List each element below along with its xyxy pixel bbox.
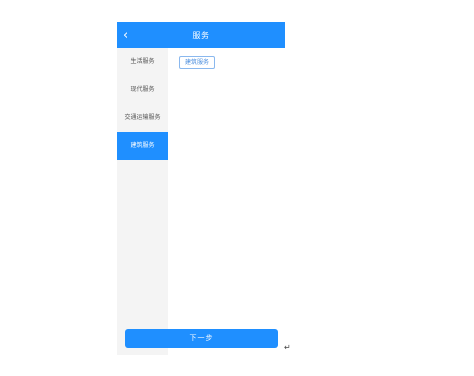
page-title: 服务: [192, 31, 210, 40]
sidebar-item-modern-services[interactable]: 现代服务: [117, 76, 168, 104]
category-sidebar: 生活服务 现代服务 交通运输服务 建筑服务: [117, 48, 168, 355]
sidebar-item-life-services[interactable]: 生活服务: [117, 48, 168, 76]
sidebar-item-construction-services[interactable]: 建筑服务: [117, 132, 168, 160]
nav-header: ‹ 服务: [117, 26, 285, 48]
paragraph-mark: ↵: [284, 343, 291, 352]
subcategory-panel: 建筑服务: [168, 48, 285, 355]
phone-screen: ‹ 服务 生活服务 现代服务 交通运输服务 建筑服务 建筑服务 下一步: [117, 22, 285, 355]
sidebar-item-transport-services[interactable]: 交通运输服务: [117, 104, 168, 132]
subcategory-tag[interactable]: 建筑服务: [179, 56, 215, 69]
next-step-button[interactable]: 下一步: [125, 329, 278, 348]
